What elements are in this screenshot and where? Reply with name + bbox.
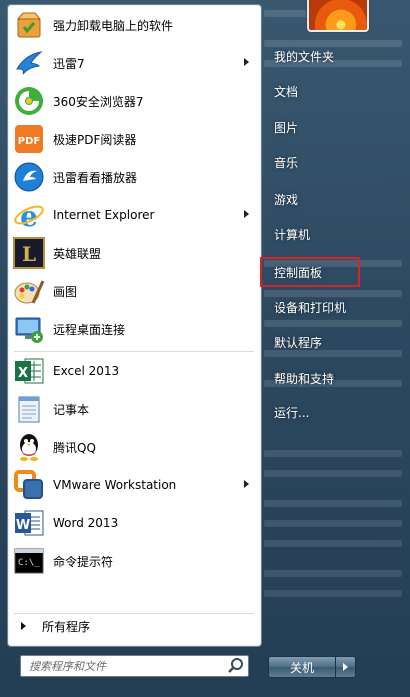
program-item[interactable]: 360安全浏览器7 (11, 83, 257, 119)
excel-icon: X (13, 355, 45, 387)
word-icon: W (13, 507, 45, 539)
right-item-games[interactable]: 游戏 (266, 185, 366, 213)
program-label: 迅雷7 (53, 56, 85, 71)
right-item-label: 游戏 (274, 192, 299, 207)
cmd-icon: C:\_ (13, 545, 45, 577)
right-item-help-support[interactable]: 帮助和支持 (266, 364, 366, 392)
thunder-icon (13, 47, 45, 79)
search-area (7, 647, 260, 687)
program-item[interactable]: VMware Workstation (11, 467, 257, 503)
right-item-computer[interactable]: 计算机 (266, 220, 366, 248)
program-item[interactable]: 强力卸载电脑上的软件 (11, 7, 257, 43)
right-item-label: 控制面板 (274, 265, 323, 280)
svg-text:e: e (20, 200, 38, 231)
right-item-label: 我的文件夹 (274, 49, 335, 64)
program-label: 腾讯QQ (53, 440, 96, 455)
right-item-label: 计算机 (274, 227, 311, 242)
lol-icon: L (13, 237, 45, 269)
submenu-arrow-icon[interactable] (244, 210, 249, 218)
program-item[interactable]: 远程桌面连接 (11, 311, 257, 347)
program-label: 画图 (53, 284, 78, 299)
program-item[interactable]: W Word 2013 (11, 505, 257, 541)
right-item-label: 帮助和支持 (274, 371, 335, 386)
right-item-label: 运行... (274, 405, 310, 420)
vmware-icon (13, 469, 45, 501)
program-label: 360安全浏览器7 (53, 94, 144, 109)
program-item[interactable]: e Internet Explorer (11, 197, 257, 233)
svg-text:X: X (18, 366, 28, 381)
notepad-icon (13, 393, 45, 425)
qq-icon (13, 431, 45, 463)
right-item-control-panel[interactable]: 控制面板 (260, 257, 360, 287)
program-item[interactable]: L 英雄联盟 (11, 235, 257, 271)
start-menu: 强力卸载电脑上的软件 迅雷7 360安全浏览器7 PDF 极速PDF阅读器 迅雷… (0, 0, 410, 697)
program-item[interactable]: C:\_ 命令提示符 (11, 543, 257, 579)
program-item[interactable]: X Excel 2013 (11, 353, 257, 389)
program-item[interactable]: PDF 极速PDF阅读器 (11, 121, 257, 157)
right-item-devices-printers[interactable]: 设备和打印机 (266, 293, 366, 321)
search-icon[interactable] (226, 656, 246, 676)
user-avatar[interactable] (307, 0, 369, 32)
right-item-label: 设备和打印机 (274, 300, 347, 315)
shutdown-options-button[interactable] (336, 656, 356, 678)
pdf-icon: PDF (13, 123, 45, 155)
program-label: Internet Explorer (53, 208, 155, 222)
all-programs-label: 所有程序 (42, 619, 91, 634)
right-item-music[interactable]: 音乐 (266, 148, 366, 176)
right-item-run[interactable]: 运行... (266, 398, 366, 426)
program-item[interactable]: 画图 (11, 273, 257, 309)
arrow-right-icon (21, 622, 26, 630)
svg-text:C:\_: C:\_ (18, 558, 40, 568)
submenu-arrow-icon[interactable] (244, 480, 249, 488)
program-label: 极速PDF阅读器 (53, 132, 137, 147)
ie-icon: e (13, 199, 45, 233)
right-item-documents[interactable]: 文档 (266, 77, 366, 105)
separator (14, 351, 254, 352)
svg-text:PDF: PDF (18, 136, 40, 147)
program-label: 强力卸载电脑上的软件 (53, 18, 174, 33)
submenu-arrow-icon[interactable] (244, 58, 249, 66)
all-programs-button[interactable]: 所有程序 (11, 612, 257, 640)
svg-text:W: W (16, 518, 30, 533)
program-label: Word 2013 (53, 516, 119, 530)
search-box[interactable] (20, 655, 249, 677)
uninstall-icon (13, 9, 45, 41)
program-item[interactable]: 腾讯QQ (11, 429, 257, 465)
search-input[interactable] (21, 658, 226, 674)
right-item-label: 默认程序 (274, 335, 323, 350)
right-item-label: 文档 (274, 84, 299, 99)
program-label: 远程桌面连接 (53, 322, 126, 337)
right-item-pictures[interactable]: 图片 (266, 113, 366, 141)
program-item[interactable]: 迅雷看看播放器 (11, 159, 257, 195)
program-item[interactable]: 记事本 (11, 391, 257, 427)
program-label: 英雄联盟 (53, 246, 102, 261)
program-label: 记事本 (53, 402, 90, 417)
program-label: 命令提示符 (53, 554, 114, 569)
player-icon (13, 161, 45, 193)
right-item-label: 图片 (274, 120, 299, 135)
program-label: 迅雷看看播放器 (53, 170, 138, 185)
remote-desktop-icon (13, 313, 45, 345)
shutdown-button[interactable]: 关机 (268, 656, 336, 678)
program-label: Excel 2013 (53, 364, 120, 378)
right-item-default-programs[interactable]: 默认程序 (266, 328, 366, 356)
browser-360-icon (13, 85, 45, 117)
programs-pane: 强力卸载电脑上的软件 迅雷7 360安全浏览器7 PDF 极速PDF阅读器 迅雷… (7, 4, 262, 647)
right-item-my-folder[interactable]: 我的文件夹 (266, 42, 366, 70)
svg-text:L: L (22, 242, 36, 266)
right-item-label: 音乐 (274, 155, 299, 170)
program-label: VMware Workstation (53, 478, 177, 492)
paint-icon (13, 275, 45, 307)
program-item[interactable]: 迅雷7 (11, 45, 257, 81)
